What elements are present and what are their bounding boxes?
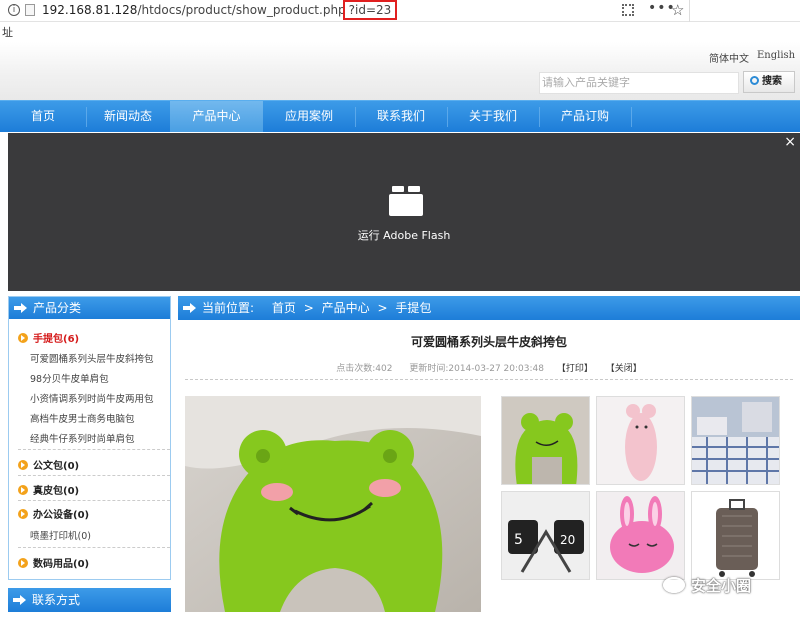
category-panel-label: 产品分类 (33, 301, 82, 315)
update-time: 更新时间:2014-03-27 20:03:48 (409, 364, 544, 374)
svg-text:20: 20 (560, 533, 575, 547)
breadcrumb-separator: > (377, 301, 388, 315)
url-field[interactable]: 192.168.81.128/htdocs/product/show_produ… (42, 0, 398, 20)
subcategory-item[interactable]: 经典牛仔系列时尚单肩包 (30, 431, 135, 445)
main-product-image[interactable] (185, 396, 481, 612)
watermark-text: 安全小圈 (691, 577, 752, 595)
lang-english-link[interactable]: English (757, 50, 795, 61)
flash-placeholder[interactable]: × 运行 Adobe Flash (8, 133, 800, 291)
category-label: 公文包(0) (33, 461, 80, 472)
category-item-briefcase[interactable]: 公文包(0) (18, 457, 79, 472)
nav-item-news[interactable]: 新闻动态 (86, 101, 170, 132)
product-thumbnail[interactable] (691, 491, 780, 580)
nav-item-cases[interactable]: 应用案例 (263, 101, 355, 132)
contact-panel-label: 联系方式 (32, 593, 81, 607)
search-input[interactable]: 请输入产品关键字 (539, 72, 739, 94)
watermark: 安全小圈 (663, 575, 751, 596)
product-thumbnail[interactable] (691, 396, 780, 485)
play-bullet-icon (18, 509, 28, 519)
subcategory-item[interactable]: 98分贝牛皮单肩包 (30, 371, 109, 385)
wechat-icon (663, 577, 685, 593)
site-header: 简体中文 English 请输入产品关键字 搜索 (0, 42, 800, 100)
breadcrumb-prefix: 当前位置: (202, 301, 255, 315)
search-icon (750, 76, 759, 85)
close-icon[interactable]: × (784, 134, 796, 150)
breadcrumb-current[interactable]: 手提包 (395, 301, 431, 315)
category-item-office[interactable]: 办公设备(0) (18, 506, 89, 521)
svg-text:5: 5 (514, 532, 523, 548)
arrow-right-icon (14, 303, 27, 313)
url-query-highlight: ?id=23 (342, 0, 398, 20)
breadcrumb-separator: > (303, 301, 314, 315)
url-host: 192.168.81.128 (42, 3, 138, 17)
arrow-right-icon (13, 595, 26, 605)
product-thumbnail[interactable] (596, 396, 685, 485)
lang-chinese-link[interactable]: 简体中文 (709, 50, 749, 65)
arrow-right-icon (183, 303, 196, 313)
qr-code-icon[interactable] (622, 4, 634, 16)
category-divider (18, 449, 170, 450)
nav-item-order[interactable]: 产品订购 (539, 101, 631, 132)
category-divider (18, 547, 170, 548)
category-item-digital[interactable]: 数码用品(0) (18, 555, 89, 570)
print-link[interactable]: 【打印】 (557, 364, 593, 374)
play-bullet-icon (18, 558, 28, 568)
subcategory-item[interactable]: 可爱圆桶系列头层牛皮斜挎包 (30, 351, 154, 365)
breadcrumb-home[interactable]: 首页 (272, 301, 296, 315)
nav-item-contact[interactable]: 联系我们 (355, 101, 447, 132)
flash-plugin-icon (389, 186, 423, 216)
run-flash-label[interactable]: 运行 Adobe Flash (8, 227, 800, 243)
nav-item-home[interactable]: 首页 (0, 101, 86, 132)
url-path: /htdocs/product/show_product.php (137, 3, 346, 17)
category-sidebar: 产品分类 手提包(6) 可爱圆桶系列头层牛皮斜挎包 98分贝牛皮单肩包 小资情调… (8, 296, 171, 580)
breadcrumb-products[interactable]: 产品中心 (322, 301, 370, 315)
category-divider (18, 500, 170, 501)
info-icon[interactable]: i (8, 4, 20, 16)
close-link[interactable]: 【关闭】 (606, 364, 642, 374)
category-panel-title: 产品分类 (9, 297, 170, 319)
product-thumbnail[interactable]: 5 20 (501, 491, 590, 580)
nav-item-products[interactable]: 产品中心 (170, 101, 263, 132)
browser-url-bar: i 192.168.81.128/htdocs/product/show_pro… (0, 0, 800, 22)
search-button[interactable]: 搜索 (743, 71, 795, 93)
category-label: 数码用品(0) (33, 559, 90, 570)
subcategory-item[interactable]: 高档牛皮男士商务电脑包 (30, 411, 135, 425)
bookmark-star-icon[interactable]: ☆ (671, 1, 684, 19)
nav-divider (631, 107, 632, 127)
category-label: 办公设备(0) (33, 510, 90, 521)
category-label: 手提包(6) (33, 334, 80, 345)
nav-item-about[interactable]: 关于我们 (447, 101, 539, 132)
page-icon (25, 4, 35, 16)
play-bullet-icon (18, 460, 28, 470)
category-label: 真皮包(0) (33, 486, 80, 497)
product-meta: 点击次数:402 更新时间:2014-03-27 20:03:48 【打印】 【… (185, 361, 793, 374)
play-bullet-icon (18, 485, 28, 495)
address-fragment: 址 (0, 24, 800, 42)
search-button-label: 搜索 (762, 76, 782, 87)
product-title: 可爱圆桶系列头层牛皮斜挎包 (410, 335, 567, 349)
subcategory-item[interactable]: 小资情调系列时尚牛皮两用包 (30, 391, 154, 405)
toolbar-divider (689, 0, 690, 22)
breadcrumb: 当前位置: 首页 > 产品中心 > 手提包 (178, 296, 800, 320)
category-divider (18, 475, 170, 476)
category-item-handbag[interactable]: 手提包(6) (18, 330, 79, 345)
click-count: 点击次数:402 (336, 364, 393, 374)
product-thumbnail[interactable] (596, 491, 685, 580)
contact-panel-title[interactable]: 联系方式 (8, 588, 171, 612)
play-bullet-icon (18, 333, 28, 343)
meta-divider (185, 379, 793, 380)
subcategory-item[interactable]: 喷墨打印机(0) (30, 528, 91, 542)
category-item-leather[interactable]: 真皮包(0) (18, 482, 79, 497)
main-nav: 首页 新闻动态 产品中心 应用案例 联系我们 关于我们 产品订购 (0, 100, 800, 132)
product-thumbnail[interactable] (501, 396, 590, 485)
